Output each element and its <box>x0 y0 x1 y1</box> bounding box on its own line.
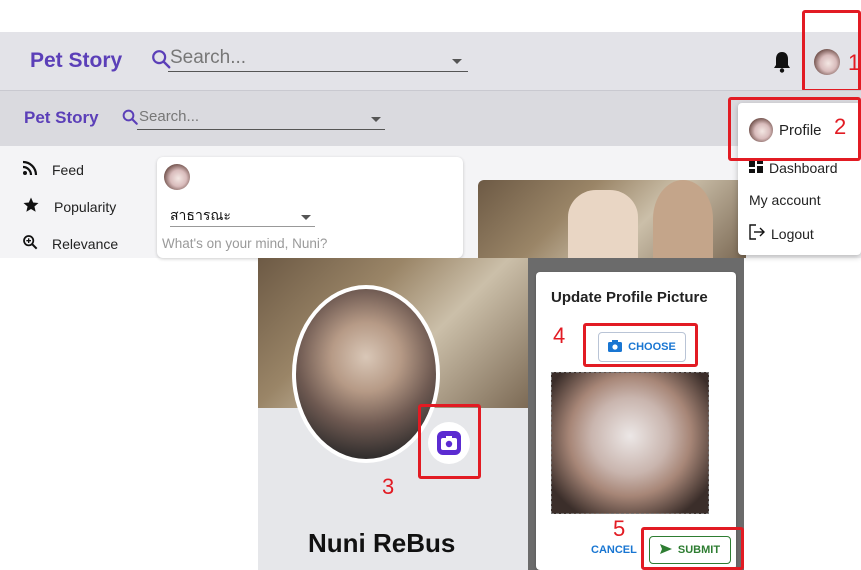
app-brand[interactable]: Pet Story <box>30 49 122 73</box>
sidebar: Feed Popularity Relevance <box>22 160 152 253</box>
rss-icon <box>22 160 38 179</box>
bell-icon[interactable] <box>772 51 792 78</box>
annotation-number-2: 2 <box>834 114 847 139</box>
caret-down-icon <box>301 215 311 220</box>
post-composer-card: สาธารณะ What's on your mind, Nuni? <box>157 157 463 258</box>
caret-down-icon <box>452 59 462 64</box>
search-input-small[interactable]: Search... <box>137 106 385 130</box>
annotation-number-3: 3 <box>382 474 395 499</box>
logout-icon <box>749 224 765 243</box>
sidebar-item-popularity[interactable]: Popularity <box>22 196 152 217</box>
annotation-box-3 <box>418 404 481 479</box>
annotation-number-4: 4 <box>553 323 566 348</box>
search-placeholder-small: Search... <box>139 108 200 125</box>
composer-avatar <box>164 164 190 190</box>
annotation-box-4 <box>583 323 698 367</box>
menu-item-dashboard[interactable]: Dashboard <box>749 159 838 176</box>
profile-name: Nuni ReBus <box>308 528 456 558</box>
dashboard-icon <box>749 159 763 176</box>
profile-panel: Nuni ReBus <box>258 258 528 570</box>
top-app-bar: Pet Story Search... <box>0 32 861 90</box>
profile-avatar <box>296 289 436 459</box>
menu-item-label: My account <box>749 192 821 208</box>
sidebar-item-label: Relevance <box>52 235 119 252</box>
person-shape <box>568 190 638 258</box>
zoom-icon <box>22 234 38 253</box>
menu-item-label: Logout <box>771 225 814 242</box>
caret-down-icon-small <box>371 117 381 122</box>
visibility-value: สาธารณะ <box>170 207 231 223</box>
menu-item-label: Dashboard <box>769 159 838 176</box>
search-input[interactable]: Search... <box>168 46 468 72</box>
star-icon <box>22 196 40 217</box>
annotation-box-5 <box>641 527 744 570</box>
menu-item-logout[interactable]: Logout <box>749 224 814 243</box>
app-brand-small[interactable]: Pet Story <box>24 108 99 128</box>
feed-post-image <box>478 180 746 258</box>
sidebar-item-label: Popularity <box>54 198 117 215</box>
annotation-number-5: 5 <box>613 516 626 541</box>
menu-item-my-account[interactable]: My account <box>749 192 821 208</box>
cancel-button[interactable]: CANCEL <box>591 544 637 556</box>
sidebar-item-feed[interactable]: Feed <box>22 160 152 179</box>
sidebar-item-label: Feed <box>52 161 84 178</box>
search-placeholder: Search... <box>170 47 247 68</box>
update-picture-dialog: Update Profile Picture CHOOSE CANCEL SUB… <box>536 272 736 570</box>
composer-input[interactable]: What's on your mind, Nuni? <box>162 236 327 251</box>
visibility-select[interactable]: สาธารณะ <box>170 205 315 227</box>
sidebar-item-relevance[interactable]: Relevance <box>22 234 152 253</box>
annotation-number-1: 1 <box>848 50 861 75</box>
person-shape <box>653 180 713 258</box>
image-preview <box>551 372 709 514</box>
dialog-title: Update Profile Picture <box>551 289 708 306</box>
